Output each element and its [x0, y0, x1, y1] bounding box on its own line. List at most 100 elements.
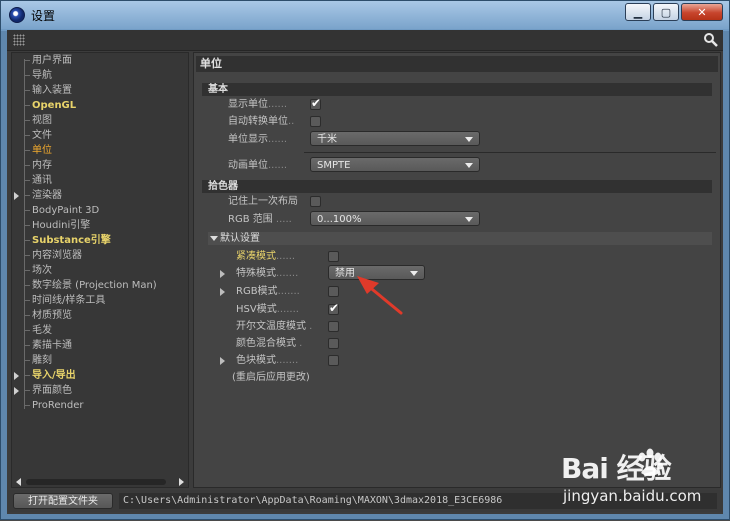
tree-horizontal-scrollbar[interactable] — [16, 478, 184, 486]
sidebar-item-label: 通讯 — [32, 175, 52, 186]
row-mix: 颜色混合模式 . — [236, 338, 303, 349]
sidebar-item-label: 导入/导出 — [32, 370, 76, 381]
sidebar-item[interactable]: 场次 — [12, 263, 188, 278]
grip-icon[interactable] — [13, 34, 25, 46]
chevron-down-icon — [465, 217, 473, 222]
row-hsv: HSV模式....... — [236, 304, 299, 315]
sidebar-item-label: OpenGL — [32, 100, 77, 111]
sidebar-item-label: 内存 — [32, 160, 52, 171]
sidebar-item-label: ProRender — [32, 400, 84, 411]
sidebar-item-label: 导航 — [32, 70, 52, 81]
sidebar-item[interactable]: ProRender — [12, 398, 188, 413]
sidebar-item[interactable]: OpenGL — [12, 98, 188, 113]
swatch-label: 色块模式 — [236, 355, 276, 366]
special-label: 特殊模式 — [236, 268, 276, 279]
toolbar — [7, 30, 723, 51]
check-icon: ✔ — [329, 301, 340, 315]
remember-layout-label: 记住上一次布局 — [228, 196, 298, 207]
sidebar-item-label: 材质预览 — [32, 310, 72, 321]
rgb-range-label: RGB 范围 — [228, 214, 273, 225]
compact-checkbox[interactable] — [328, 251, 339, 262]
sidebar-item[interactable]: 渲染器 — [12, 188, 188, 203]
maximize-button[interactable]: ▢ — [653, 3, 679, 21]
sidebar-item-label: 单位 — [32, 145, 52, 156]
sidebar-item[interactable]: 通讯 — [12, 173, 188, 188]
auto-convert-checkbox[interactable] — [310, 116, 321, 127]
client-area: 用户界面 导航 输入装置 OpenGL 视图 文件 单位 内存 通讯 渲染器 BodyPaint 3… — [7, 30, 723, 514]
open-config-folder-button[interactable]: 打开配置文件夹 — [13, 493, 113, 509]
sidebar-item[interactable]: 时间线/样条工具 — [12, 293, 188, 308]
sidebar-item[interactable]: Substance引擎 — [12, 233, 188, 248]
sidebar-item[interactable]: 素描卡通 — [12, 338, 188, 353]
sidebar-item[interactable]: 界面颜色 — [12, 383, 188, 398]
remember-layout-checkbox[interactable] — [310, 196, 321, 207]
sidebar-item[interactable]: 输入装置 — [12, 83, 188, 98]
sidebar-item[interactable]: 数字绘景 (Projection Man) — [12, 278, 188, 293]
special-mode-dropdown[interactable]: 禁用 — [328, 265, 425, 280]
section-default-settings[interactable]: 默认设置 — [208, 232, 712, 245]
sidebar-item[interactable]: 导入/导出 — [12, 368, 188, 383]
row-show-units: 显示单位...... — [228, 99, 288, 110]
sidebar-item[interactable]: BodyPaint 3D — [12, 203, 188, 218]
sidebar-item[interactable]: 内存 — [12, 158, 188, 173]
expand-arrow-icon[interactable] — [14, 372, 19, 380]
search-icon[interactable] — [703, 32, 719, 48]
sidebar-item-label: Substance引擎 — [32, 235, 111, 246]
config-path: C:\Users\Administrator\AppData\Roaming\M… — [119, 493, 717, 509]
mix-label: 颜色混合模式 — [236, 338, 296, 349]
settings-window: 设置 ▁ ▢ ✕ 用户界面 导航 输入装置 OpenGL 视图 文件 单位 内存 通讯 渲染器 Bo… — [0, 0, 730, 520]
window-controls: ▁ ▢ ✕ — [625, 3, 723, 21]
sidebar-item[interactable]: 单位 — [12, 143, 188, 158]
mix-checkbox[interactable] — [328, 338, 339, 349]
anim-unit-dropdown[interactable]: SMPTE — [310, 157, 480, 172]
expand-arrow-icon[interactable] — [220, 288, 225, 296]
swatch-checkbox[interactable] — [328, 355, 339, 366]
row-remember-layout: 记住上一次布局 — [228, 194, 298, 209]
expand-arrow-icon[interactable] — [14, 192, 19, 200]
sidebar-item[interactable]: 内容浏览器 — [12, 248, 188, 263]
rgb-mode-label: RGB模式 — [236, 286, 278, 297]
sidebar-item[interactable]: Houdini引擎 — [12, 218, 188, 233]
row-anim-unit: 动画单位...... — [228, 160, 288, 171]
sidebar-item-label: Houdini引擎 — [32, 220, 91, 231]
sidebar-item[interactable]: 用户界面 — [12, 53, 188, 68]
row-auto-convert: 自动转换单位.. — [228, 116, 295, 127]
kelvin-checkbox[interactable] — [328, 321, 339, 332]
title-bar[interactable]: 设置 ▁ ▢ ✕ — [1, 1, 729, 29]
sidebar-item[interactable]: 雕刻 — [12, 353, 188, 368]
show-units-checkbox[interactable]: ✔ — [310, 96, 321, 110]
sidebar-item[interactable]: 毛发 — [12, 323, 188, 338]
close-button[interactable]: ✕ — [681, 3, 723, 21]
sidebar-item[interactable]: 材质预览 — [12, 308, 188, 323]
sidebar-item[interactable]: 导航 — [12, 68, 188, 83]
sidebar-item-label: 毛发 — [32, 325, 52, 336]
panel-title: 单位 — [196, 56, 718, 72]
anim-unit-value: SMPTE — [317, 160, 351, 171]
section-color-picker[interactable]: 拾色器 — [202, 180, 712, 193]
chevron-down-icon — [465, 137, 473, 142]
scroll-right-icon[interactable] — [179, 478, 184, 486]
expand-arrow-icon[interactable] — [220, 357, 225, 365]
show-units-label: 显示单位 — [228, 99, 268, 110]
expand-arrow-icon[interactable] — [220, 270, 225, 278]
expand-arrow-icon[interactable] — [14, 387, 19, 395]
sidebar-item-label: 渲染器 — [32, 190, 62, 201]
sidebar-item-label: 文件 — [32, 130, 52, 141]
rgb-range-dropdown[interactable]: 0...100% — [310, 211, 480, 226]
sidebar-item-label: 场次 — [32, 265, 52, 276]
rgb-mode-checkbox[interactable] — [328, 286, 339, 297]
minimize-button[interactable]: ▁ — [625, 3, 651, 21]
kelvin-label: 开尔文温度模式 — [236, 321, 306, 332]
scroll-left-icon[interactable] — [16, 478, 21, 486]
row-special: 特殊模式....... — [236, 268, 299, 279]
unit-display-dropdown[interactable]: 千米 — [310, 131, 480, 146]
window-title: 设置 — [31, 9, 56, 23]
default-settings-label: 默认设置 — [220, 233, 260, 244]
cinema4d-logo-icon — [9, 7, 25, 23]
sidebar-item[interactable]: 文件 — [12, 128, 188, 143]
scroll-thumb[interactable] — [26, 479, 166, 485]
sidebar-item[interactable]: 视图 — [12, 113, 188, 128]
row-rgb-mode: RGB模式....... — [236, 286, 300, 297]
hsv-checkbox[interactable]: ✔ — [328, 301, 340, 315]
section-basic[interactable]: 基本 — [202, 83, 712, 96]
